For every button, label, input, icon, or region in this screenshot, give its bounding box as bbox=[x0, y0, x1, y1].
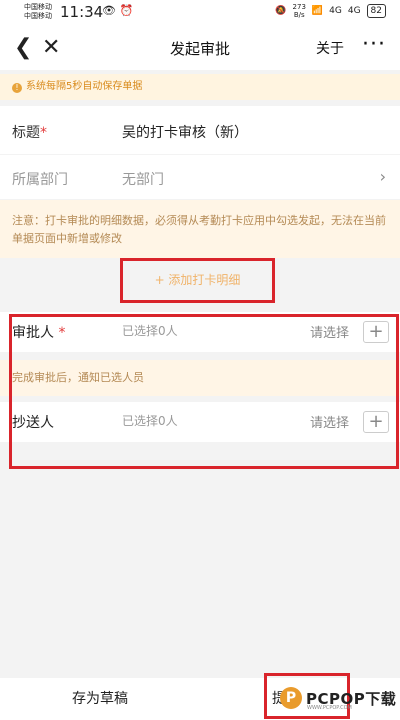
speed-unit: B/s bbox=[293, 11, 305, 19]
nav-bar: ❮ ✕ 发起审批 关于 ··· bbox=[0, 26, 400, 70]
network-speed: 273 B/s bbox=[293, 3, 306, 19]
carrier-2: 中国移动 bbox=[24, 12, 52, 20]
signal-2: 4G bbox=[347, 6, 361, 16]
chevron-right-icon: › bbox=[379, 167, 386, 186]
carrier-info: 中国移动 中国移动 bbox=[24, 3, 52, 21]
department-row[interactable]: 所属部门 无部门 › bbox=[0, 155, 400, 199]
department-value: 无部门 bbox=[122, 172, 164, 188]
signal-1: 4G bbox=[329, 6, 342, 16]
info-icon: ! bbox=[12, 83, 22, 93]
more-icon[interactable]: ··· bbox=[362, 32, 386, 57]
status-right: 🔕 273 B/s 📶 4G 4G 82 bbox=[275, 3, 386, 19]
title-label: 标题* bbox=[12, 125, 47, 141]
status-bar: 中国移动 中国移动 11:34 👁 ⏰ 🔕 273 B/s 📶 4G 4G 82 bbox=[0, 0, 400, 26]
highlight-box bbox=[9, 314, 399, 469]
carrier-1: 中国移动 bbox=[24, 3, 52, 11]
eye-icon: 👁 bbox=[102, 4, 116, 17]
autosave-text: 系统每隔5秒自动保存单据 bbox=[26, 81, 143, 92]
department-label: 所属部门 bbox=[12, 172, 68, 188]
mute-icon: 🔕 bbox=[275, 6, 287, 16]
tip-box: 注意：打卡审批的明细数据，必须得从考勤打卡应用中勾选发起，无法在当前单据页面中新… bbox=[0, 200, 400, 258]
speed-value: 273 bbox=[292, 3, 306, 11]
about-button[interactable]: 关于 bbox=[316, 38, 344, 58]
wifi-icon: 📶 bbox=[311, 6, 324, 16]
clock: 11:34 bbox=[60, 3, 104, 21]
alarm-icon: ⏰ bbox=[119, 4, 134, 17]
watermark-sub: WWW.PCPOP.COM bbox=[307, 705, 352, 711]
status-icons: 👁 ⏰ bbox=[102, 4, 133, 17]
add-detail-label: + 添加打卡明细 bbox=[154, 273, 241, 287]
title-value[interactable]: 吴的打卡审核（新） bbox=[122, 122, 248, 142]
title-row[interactable]: 标题* 吴的打卡审核（新） bbox=[0, 106, 400, 154]
add-detail-button[interactable]: + 添加打卡明细 bbox=[120, 258, 275, 303]
watermark-logo: P PCPOP下载 WWW.PCPOP.COM bbox=[280, 686, 398, 712]
autosave-notice: ! 系统每隔5秒自动保存单据 bbox=[0, 74, 400, 100]
save-draft-button[interactable]: 存为草稿 bbox=[50, 688, 150, 708]
battery-indicator: 82 bbox=[366, 4, 386, 18]
watermark-icon: P bbox=[280, 687, 302, 709]
